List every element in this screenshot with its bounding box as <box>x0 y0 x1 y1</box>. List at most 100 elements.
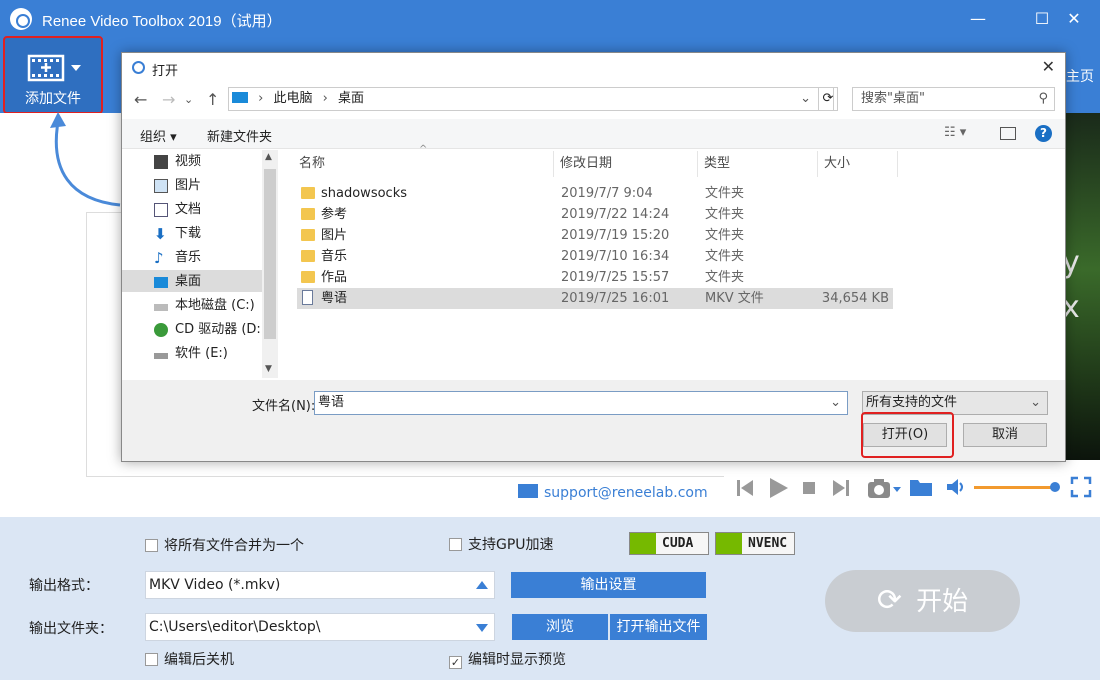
filetype-dropdown-icon: ⌄ <box>1030 395 1041 410</box>
music-icon: ♪ <box>154 249 164 267</box>
video-icon <box>154 155 168 169</box>
nav-scrollbar-thumb[interactable] <box>264 169 276 339</box>
recent-dropdown-icon[interactable]: ⌄ <box>184 93 193 106</box>
address-bar[interactable]: › 此电脑 › 桌面 ⌄ <box>228 87 834 111</box>
file-row[interactable]: 图片 2019/7/19 15:20 文件夹 <box>297 225 893 246</box>
player-controls <box>724 462 1100 517</box>
gpu-label: 支持GPU加速 <box>468 537 554 553</box>
browse-button[interactable]: 浏览 <box>512 614 608 640</box>
add-file-button[interactable]: 添加文件 <box>3 36 103 114</box>
scroll-up-icon[interactable]: ▲ <box>265 152 272 162</box>
nvidia-logo-icon <box>716 533 742 554</box>
open-output-folder-button[interactable]: 打开输出文件 <box>610 614 707 640</box>
folder-icon <box>301 271 315 283</box>
breadcrumb-desktop[interactable]: 桌面 <box>338 91 364 106</box>
chevron-up-icon <box>476 581 488 589</box>
view-options-icon[interactable]: ☷ ▾ <box>944 125 966 140</box>
folder-icon[interactable] <box>909 477 933 497</box>
file-row[interactable]: 参考 2019/7/22 14:24 文件夹 <box>297 204 893 225</box>
address-row: ← → ⌄ ↑ › 此电脑 › 桌面 ⌄ ⟳ 搜索"桌面" ⚲ <box>122 86 1065 114</box>
download-icon: ⬇ <box>154 225 167 243</box>
file-row[interactable]: 作品 2019/7/25 15:57 文件夹 <box>297 267 893 288</box>
output-folder-input[interactable]: C:\Users\editor\Desktop\ <box>145 613 495 641</box>
help-icon[interactable]: ? <box>1035 125 1052 142</box>
refresh-button[interactable]: ⟳ <box>818 87 838 111</box>
folder-icon <box>301 229 315 241</box>
skip-back-icon[interactable] <box>736 478 754 498</box>
merge-option[interactable]: 将所有文件合并为一个 <box>145 535 304 555</box>
column-type[interactable]: 类型 <box>698 151 818 177</box>
navigation-pane: 视频 图片 文档 ⬇ 下载 ♪ 音乐 桌面 本地磁盘 (C:) CD 驱动器 (D:… <box>122 150 280 380</box>
preview-label: 编辑时显示预览 <box>468 652 566 668</box>
camera-icon[interactable] <box>866 476 902 500</box>
back-arrow-icon[interactable]: ← <box>134 90 147 109</box>
volume-slider[interactable] <box>974 486 1054 489</box>
app-title-bar: Renee Video Toolbox 2019（试用） — ☐ ✕ <box>0 0 1100 38</box>
filename-dropdown-icon[interactable]: ⌄ <box>830 392 841 414</box>
gpu-checkbox[interactable] <box>449 538 462 551</box>
video-file-icon <box>302 290 313 305</box>
volume-icon[interactable] <box>946 478 966 496</box>
organize-menu[interactable]: 组织 ▾ <box>140 126 177 145</box>
command-bar: 组织 ▾ 新建文件夹 ☷ ▾ ? <box>122 119 1065 149</box>
skip-forward-icon[interactable] <box>832 478 850 498</box>
scroll-down-icon[interactable]: ▼ <box>265 364 272 374</box>
column-size[interactable]: 大小 <box>818 151 898 177</box>
folder-icon <box>301 250 315 262</box>
open-button-highlight <box>861 412 954 458</box>
mail-icon <box>518 484 538 498</box>
minimize-button[interactable]: — <box>964 6 992 32</box>
address-dropdown-icon[interactable]: ⌄ <box>800 88 811 110</box>
desktop-icon <box>154 277 168 288</box>
home-link[interactable]: 主页 <box>1066 66 1100 86</box>
output-settings-button[interactable]: 输出设置 <box>511 572 706 598</box>
add-file-label: 添加文件 <box>25 91 81 107</box>
computer-icon <box>232 92 248 103</box>
fullscreen-icon[interactable] <box>1070 476 1092 498</box>
dialog-app-icon <box>132 61 145 74</box>
forward-arrow-icon[interactable]: → <box>162 90 175 109</box>
shutdown-checkbox[interactable] <box>145 653 158 666</box>
merge-checkbox[interactable] <box>145 539 158 552</box>
gpu-option[interactable]: 支持GPU加速 <box>449 534 554 554</box>
nvenc-badge: NVENC <box>715 532 795 555</box>
volume-slider-handle[interactable] <box>1050 482 1060 492</box>
nvenc-label: NVENC <box>748 536 788 551</box>
dialog-title-bar: 打开 ✕ <box>122 53 1065 83</box>
cuda-label: CUDA <box>662 536 694 551</box>
search-input[interactable]: 搜索"桌面" ⚲ <box>852 87 1055 111</box>
stop-icon[interactable] <box>802 481 816 495</box>
support-email-link[interactable]: support@reneelab.com <box>518 484 708 501</box>
filename-value: 粤语 <box>318 395 345 410</box>
up-arrow-icon[interactable]: ↑ <box>206 90 219 109</box>
shutdown-label: 编辑后关机 <box>164 652 234 668</box>
output-format-value: MKV Video (*.mkv) <box>149 577 281 593</box>
start-button[interactable]: ⟳ 开始 <box>825 570 1020 632</box>
output-folder-label: 输出文件夹： <box>29 621 113 637</box>
breadcrumb-this-pc[interactable]: 此电脑 <box>273 91 312 106</box>
output-format-label: 输出格式： <box>29 578 99 594</box>
column-date[interactable]: 修改日期 <box>554 151 698 177</box>
filename-input[interactable]: 粤语 ⌄ <box>314 391 848 415</box>
cd-icon <box>154 323 168 337</box>
output-format-select[interactable]: MKV Video (*.mkv) <box>145 571 495 599</box>
nvidia-logo-icon <box>630 533 656 554</box>
file-row[interactable]: shadowsocks 2019/7/7 9:04 文件夹 <box>297 183 893 204</box>
maximize-button[interactable]: ☐ <box>1028 6 1056 32</box>
refresh-icon: ⟳ <box>876 583 903 618</box>
file-row[interactable]: 音乐 2019/7/10 16:34 文件夹 <box>297 246 893 267</box>
preview-pane-icon[interactable] <box>1000 127 1016 140</box>
play-icon[interactable] <box>768 476 790 500</box>
dialog-close-button[interactable]: ✕ <box>1042 57 1055 76</box>
preview-checkbox[interactable]: ✓ <box>449 656 462 669</box>
output-folder-value: C:\Users\editor\Desktop\ <box>149 619 321 635</box>
file-row-selected[interactable]: 粤语 2019/7/25 16:01 MKV 文件 34,654 KB <box>297 288 893 309</box>
file-list: 名称 ^ 修改日期 类型 大小 shadowsocks 2019/7/7 9:04… <box>282 144 1065 380</box>
new-folder-button[interactable]: 新建文件夹 <box>207 126 272 145</box>
close-button[interactable]: ✕ <box>1060 6 1088 32</box>
picture-icon <box>154 179 168 193</box>
preview-option[interactable]: ✓ 编辑时显示预览 <box>449 649 566 669</box>
folder-icon <box>301 208 315 220</box>
shutdown-option[interactable]: 编辑后关机 <box>145 649 234 669</box>
cancel-button[interactable]: 取消 <box>963 423 1047 447</box>
